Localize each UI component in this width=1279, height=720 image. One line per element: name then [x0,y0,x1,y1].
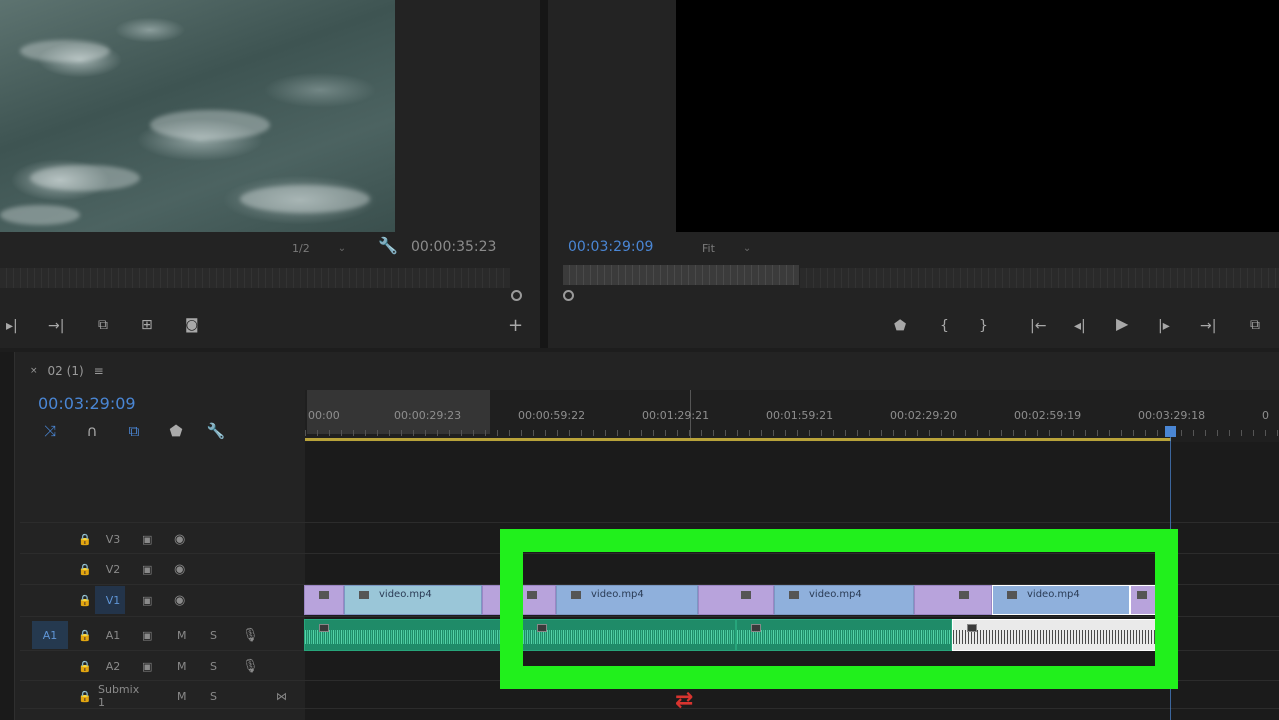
program-mini-timeline[interactable] [800,268,1279,288]
source-timecode: 00:00:35:23 [411,239,497,255]
source-mini-timeline[interactable] [0,268,510,288]
fx-badge-icon [359,591,369,599]
play-to-out-icon[interactable]: ▸| [6,318,18,334]
sync-lock-icon[interactable]: ▣ [142,563,152,576]
solo-button[interactable]: S [210,690,217,703]
video-clip-transition[interactable] [304,585,344,615]
chevron-down-icon: ⌄ [337,242,347,254]
lock-icon[interactable]: 🔒 [78,660,92,673]
step-back-icon[interactable]: ◂| [1074,318,1086,334]
track-label[interactable]: A1 [100,629,126,642]
highlight-annotation-box [500,529,1178,689]
sequence-name: 02 (1) [47,364,84,378]
sync-lock-icon[interactable]: ▣ [142,533,152,546]
chevron-down-icon: ⌄ [742,242,752,254]
tick-label: 00:03:29:18 [1138,409,1206,422]
ripple-edit-cursor-icon: ⇄ [675,688,694,713]
microphone-icon[interactable]: 🎙 [242,628,259,643]
wrench-icon[interactable]: 🔧 [378,238,398,254]
tick-label: 00:00 [308,409,340,422]
program-scrub-bar[interactable] [563,265,799,285]
step-forward-icon[interactable]: →| [48,318,64,334]
audio-clip[interactable] [304,619,522,651]
tick-label: 00:01:29:21 [642,409,710,422]
nest-icon[interactable]: ⤨ [40,422,60,440]
track-label[interactable]: V2 [100,563,126,576]
go-to-out-icon[interactable]: →| [1200,318,1216,334]
lock-icon[interactable]: 🔒 [78,533,92,546]
eye-icon[interactable]: ◉ [174,593,185,608]
tick-label: 0 [1262,409,1269,422]
lock-icon[interactable]: 🔒 [78,690,92,703]
source-video-frame [0,0,395,232]
program-playhead-icon[interactable] [563,290,574,301]
eye-icon[interactable]: ◉ [174,562,185,577]
add-marker-icon[interactable]: ⬟ [894,318,906,334]
source-zoom-value: 1/2 [292,241,310,255]
linked-selection-icon[interactable]: ⧉ [124,422,144,440]
timeline-timecode[interactable]: 00:03:29:09 [38,394,136,413]
video-clip[interactable]: video.mp4 [344,585,482,615]
lock-icon[interactable]: 🔒 [78,594,92,607]
add-marker-icon[interactable]: ⬟ [166,422,186,440]
solo-button[interactable]: S [210,660,217,673]
timeline-left-edge [0,352,14,720]
sync-lock-icon[interactable]: ▣ [142,660,152,673]
play-icon[interactable]: ▶ [1116,316,1128,332]
fx-badge-icon [319,591,329,599]
bowtie-icon[interactable]: ⋈ [276,690,287,703]
solo-button[interactable]: S [210,629,217,642]
sequence-tab[interactable]: × 02 (1) ≡ [30,364,104,378]
a1-source-patch[interactable]: A1 [32,621,68,649]
tick-label: 00:02:59:19 [1014,409,1082,422]
go-to-in-icon[interactable]: |← [1030,318,1046,334]
monitor-divider [540,0,548,348]
close-icon[interactable]: × [30,366,38,376]
track-separator [20,708,1279,709]
fx-badge-icon [319,624,329,632]
snap-magnet-icon[interactable]: ∩ [82,422,102,440]
menu-icon[interactable]: ≡ [94,364,104,378]
lock-icon[interactable]: 🔒 [78,563,92,576]
camera-icon[interactable]: ◙ [185,317,199,333]
microphone-icon[interactable]: 🎙 [242,659,259,674]
tick-label: 00:00:59:22 [518,409,586,422]
mute-button[interactable]: M [177,660,187,673]
audio-waveform [305,630,521,644]
program-fit-value: Fit [702,241,715,255]
sync-lock-icon[interactable]: ▣ [142,594,152,607]
tick-label: 00:02:29:20 [890,409,958,422]
overwrite-icon[interactable]: ⊞ [141,317,153,333]
eye-icon[interactable]: ◉ [174,532,185,547]
track-label[interactable]: A2 [100,660,126,673]
track-label[interactable]: V3 [100,533,126,546]
program-video-frame [676,0,1279,232]
ruler-ticks [305,430,1279,436]
source-zoom-select[interactable]: 1/2 ⌄ [292,238,346,258]
settings-wrench-icon[interactable]: 🔧 [206,422,226,440]
source-playhead-icon[interactable] [511,290,522,301]
mute-button[interactable]: M [177,629,187,642]
mark-in-icon[interactable]: { [940,318,949,334]
tick-label: 00:01:59:21 [766,409,834,422]
step-forward-frame-icon[interactable]: |▸ [1158,318,1170,334]
track-label[interactable]: V1 [100,594,126,607]
lock-icon[interactable]: 🔒 [78,629,92,642]
track-label[interactable]: Submix 1 [98,683,139,709]
track-separator [20,522,1279,523]
program-timecode[interactable]: 00:03:29:09 [568,239,653,255]
sync-lock-icon[interactable]: ▣ [142,629,152,642]
add-button-icon[interactable]: + [508,317,523,335]
tick-label: 00:00:29:23 [394,409,462,422]
work-area-bar[interactable] [305,438,1171,441]
mute-button[interactable]: M [177,690,187,703]
insert-icon[interactable]: ⧉ [98,317,108,333]
clip-name: video.mp4 [379,589,432,600]
program-fit-select[interactable]: Fit ⌄ [702,238,751,258]
mark-out-icon[interactable]: } [979,318,988,334]
lift-icon[interactable]: ⧉ [1250,317,1260,333]
